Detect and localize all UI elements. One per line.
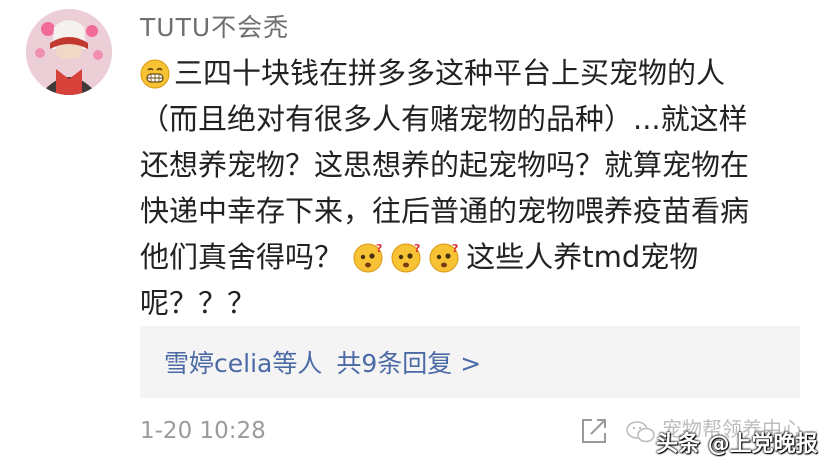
comment-line-text: 三四十块钱在拼多多这种平台上买宠物的人 (174, 56, 726, 90)
svg-text:?: ? (376, 242, 382, 255)
avatar-image (26, 9, 112, 95)
comment-line: 三四十块钱在拼多多这种平台上买宠物的人 (140, 50, 810, 96)
timestamp: 1-20 10:28 (140, 418, 266, 444)
wechat-icon (626, 420, 656, 444)
reply-count: 共9条回复 > (336, 349, 482, 378)
confused-emoji-icon: ? (428, 241, 462, 273)
avatar[interactable] (26, 9, 112, 95)
comment-body: 三四十块钱在拼多多这种平台上买宠物的人 （而且绝对有很多人有赌宠物的品种）...… (140, 50, 810, 326)
svg-text:?: ? (452, 242, 458, 255)
watermark: 头条 @上党晚报 (656, 432, 818, 457)
comment-line-text: 他们真舍得吗？ (140, 240, 344, 274)
replies-box[interactable]: 雪婷celia等人 共9条回复 > (140, 326, 800, 398)
reply-names: 雪婷celia等人 (164, 349, 323, 378)
comment-line-text: 这些人养tmd宠物 (466, 240, 699, 274)
replies-link[interactable]: 雪婷celia等人 共9条回复 > (164, 344, 481, 380)
confused-emoji-icon: ? (352, 241, 386, 273)
comment-line: 他们真舍得吗？ ? ? ? 这些人养tmd宠物 (140, 234, 810, 280)
grin-emoji-icon (140, 59, 170, 89)
comment-line: 还想养宠物？这思想养的起宠物吗？就算宠物在 (140, 148, 750, 182)
comment-line: 呢？？？ (140, 286, 257, 320)
comment-line: （而且绝对有很多人有赌宠物的品种）...就这样 (140, 102, 748, 136)
confused-emoji-icon: ? (390, 241, 424, 273)
username[interactable]: TUTU不会秃 (140, 8, 289, 44)
share-icon[interactable] (579, 416, 609, 446)
svg-text:?: ? (414, 242, 420, 255)
comment-line: 快递中幸存下来，往后普通的宠物喂养疫苗看病 (140, 194, 750, 228)
